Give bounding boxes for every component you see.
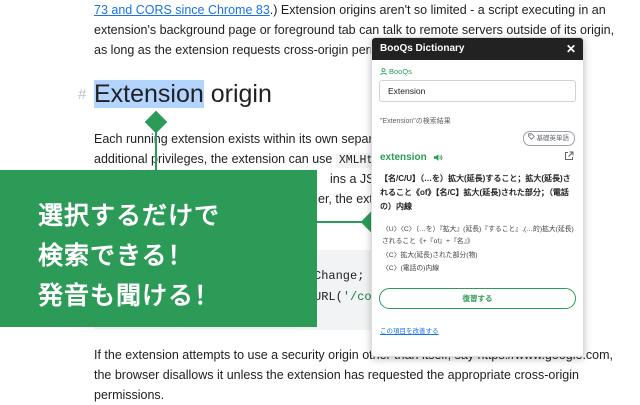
popup-title: BooQs Dictionary [380,43,465,54]
brand-label[interactable]: BooQs [380,67,412,76]
external-link-icon[interactable] [564,151,574,161]
para2-line-2: the browser disallows it unless the exte… [94,368,579,382]
dictionary-popup: BooQs Dictionary ✕ BooQs "Extension"の検索結… [371,37,584,357]
para1-line-2: additional privileges, the extension can… [94,149,418,171]
improve-entry-link[interactable]: この項目を改善する [380,325,439,335]
definition-main: 【名/C/U】（…を）拡大(延長)すること；拡大(延長)されること《of》【名/… [380,174,571,211]
review-button[interactable]: 復習する [379,288,576,309]
close-icon[interactable]: ✕ [566,38,576,60]
definition-sub-1: 〈U〉〈C〉（…を）『拡大』(延長)『すること』,(…的)拡大(延長)されること… [382,226,574,245]
search-input[interactable] [379,80,576,102]
heading-anchor-icon[interactable]: # [78,86,86,103]
level-tag[interactable]: 基礎英単語 [522,131,575,146]
section-heading: Extension origin [94,80,272,108]
headword: extension [380,152,427,163]
banner-line-3: 発音も聞ける！ [38,281,221,310]
tag-icon [528,133,535,140]
promo-banner: 選択するだけで 検索できる！ 発音も聞ける！ [0,170,317,327]
popup-header: BooQs Dictionary ✕ [372,38,583,60]
definition-sub-2: 〈C〉拡大(延長)された部分(物) [382,252,478,259]
banner-line-1: 選択するだけで [38,201,221,230]
speaker-icon[interactable] [433,153,443,162]
selected-word[interactable]: Extension [94,80,204,108]
banner-line-2: 検索できる！ [38,241,194,270]
chrome-cors-link[interactable]: 73 and CORS since Chrome 83 [94,3,270,17]
para2-line-3: permissions. [94,388,165,402]
result-label: "Extension"の検索結果 [380,118,451,125]
person-icon [380,68,387,76]
definition-sub-3: 〈C〉(電話の)内線 [382,265,440,272]
article-line-1: 73 and CORS since Chrome 83.) Extension … [94,3,606,17]
